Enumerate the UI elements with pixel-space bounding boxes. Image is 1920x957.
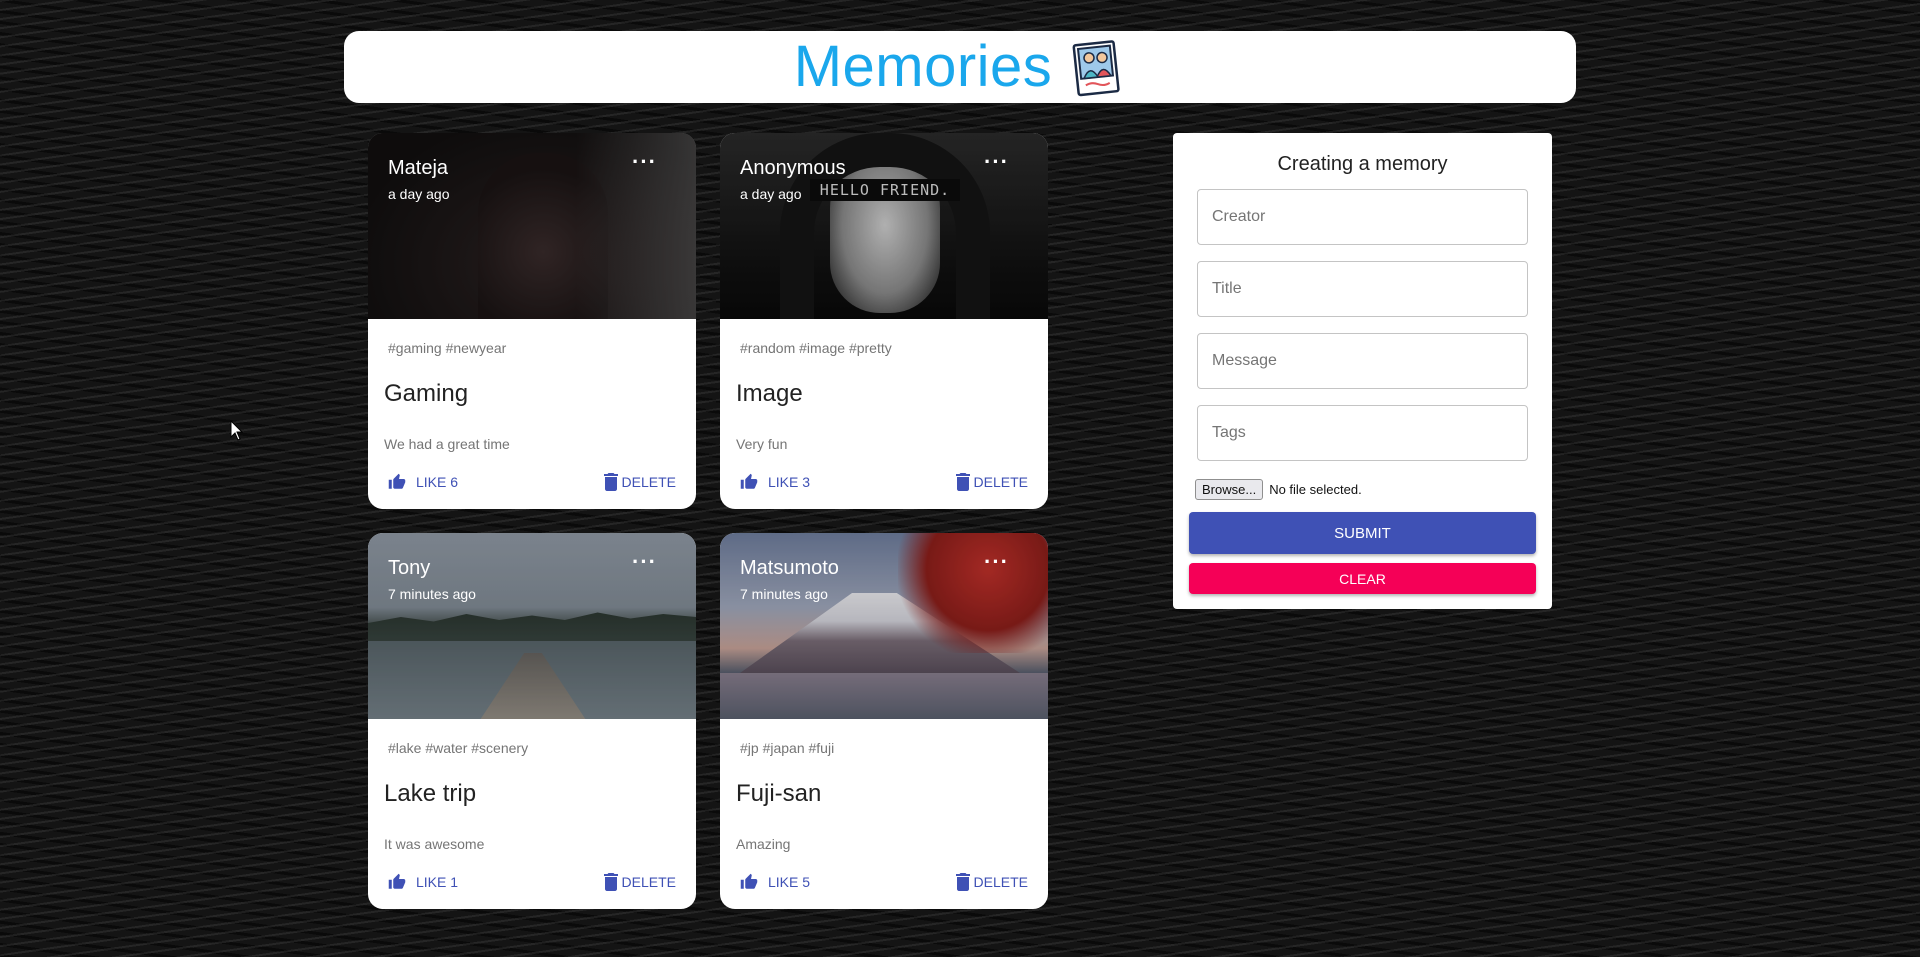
delete-label: DELETE (973, 474, 1028, 490)
like-button[interactable]: LIKE 6 (388, 473, 458, 491)
trash-icon (955, 473, 970, 491)
delete-label: DELETE (621, 874, 676, 890)
like-label: LIKE 3 (768, 474, 811, 490)
card-tags: #lake #water #scenery (388, 740, 529, 756)
more-horiz-icon[interactable]: ··· (984, 551, 1008, 579)
memories-photos-icon (1072, 40, 1120, 97)
app-bar: Memories (344, 31, 1576, 103)
card-message: It was awesome (384, 836, 485, 852)
tags-input[interactable] (1197, 405, 1528, 461)
card-time: 7 minutes ago (388, 586, 476, 602)
delete-button[interactable]: DELETE (603, 873, 676, 891)
card-message: Amazing (736, 836, 791, 852)
card-time: 7 minutes ago (740, 586, 828, 602)
trash-icon (603, 473, 618, 491)
trash-icon (603, 873, 618, 891)
card-creator: Matsumoto (740, 557, 839, 579)
card-message: Very fun (736, 436, 788, 452)
trash-icon (955, 873, 970, 891)
form-title: Creating a memory (1277, 153, 1448, 175)
more-horiz-icon[interactable]: ··· (632, 551, 656, 579)
create-memory-form: Creating a memory Browse... No file sele… (1173, 133, 1552, 609)
like-label: LIKE 6 (416, 474, 459, 490)
card-title: Lake trip (384, 780, 477, 807)
thumb-up-icon (740, 473, 758, 489)
delete-button[interactable]: DELETE (955, 873, 1028, 891)
message-input[interactable] (1197, 333, 1528, 389)
thumb-up-icon (388, 873, 406, 889)
card-creator: Mateja (388, 157, 449, 179)
title-input[interactable] (1197, 261, 1528, 317)
memory-card: Mateja a day ago ··· #gaming #newyear Ga… (368, 133, 696, 509)
file-input: Browse... No file selected. (1195, 479, 1362, 500)
app-title: Memories (793, 34, 1053, 99)
card-time: a day ago (388, 186, 450, 202)
card-title: Fuji-san (736, 780, 822, 807)
card-creator: Tony (388, 557, 431, 579)
like-button[interactable]: LIKE 5 (740, 873, 810, 891)
card-message: We had a great time (384, 436, 510, 452)
card-time: a day ago (740, 186, 802, 202)
memory-card: HELLO FRIEND. Anonymous a day ago ··· #r… (720, 133, 1048, 509)
card-creator: Anonymous (740, 157, 846, 179)
delete-label: DELETE (621, 474, 676, 490)
memory-card: Matsumoto 7 minutes ago ··· #jp #japan #… (720, 533, 1048, 909)
card-title: Image (736, 380, 803, 407)
more-horiz-icon[interactable]: ··· (632, 151, 656, 179)
delete-button[interactable]: DELETE (955, 473, 1028, 491)
card-tags: #random #image #pretty (740, 340, 892, 356)
like-button[interactable]: LIKE 3 (740, 473, 810, 491)
memory-card: Tony 7 minutes ago ··· #lake #water #sce… (368, 533, 696, 909)
file-status: No file selected. (1269, 482, 1362, 497)
delete-button[interactable]: DELETE (603, 473, 676, 491)
clear-button[interactable]: CLEAR (1189, 563, 1536, 594)
like-button[interactable]: LIKE 1 (388, 873, 458, 891)
card-tags: #gaming #newyear (388, 340, 507, 356)
card-title: Gaming (384, 380, 469, 407)
thumb-up-icon (740, 873, 758, 889)
delete-label: DELETE (973, 874, 1028, 890)
mouse-cursor-icon (230, 420, 244, 441)
like-label: LIKE 5 (768, 874, 811, 890)
thumb-up-icon (388, 473, 406, 489)
browse-button[interactable]: Browse... (1195, 479, 1264, 500)
more-horiz-icon[interactable]: ··· (984, 151, 1008, 179)
submit-button[interactable]: SUBMIT (1189, 512, 1536, 554)
creator-input[interactable] (1197, 189, 1528, 245)
card-tags: #jp #japan #fuji (740, 740, 835, 756)
like-label: LIKE 1 (416, 874, 459, 890)
